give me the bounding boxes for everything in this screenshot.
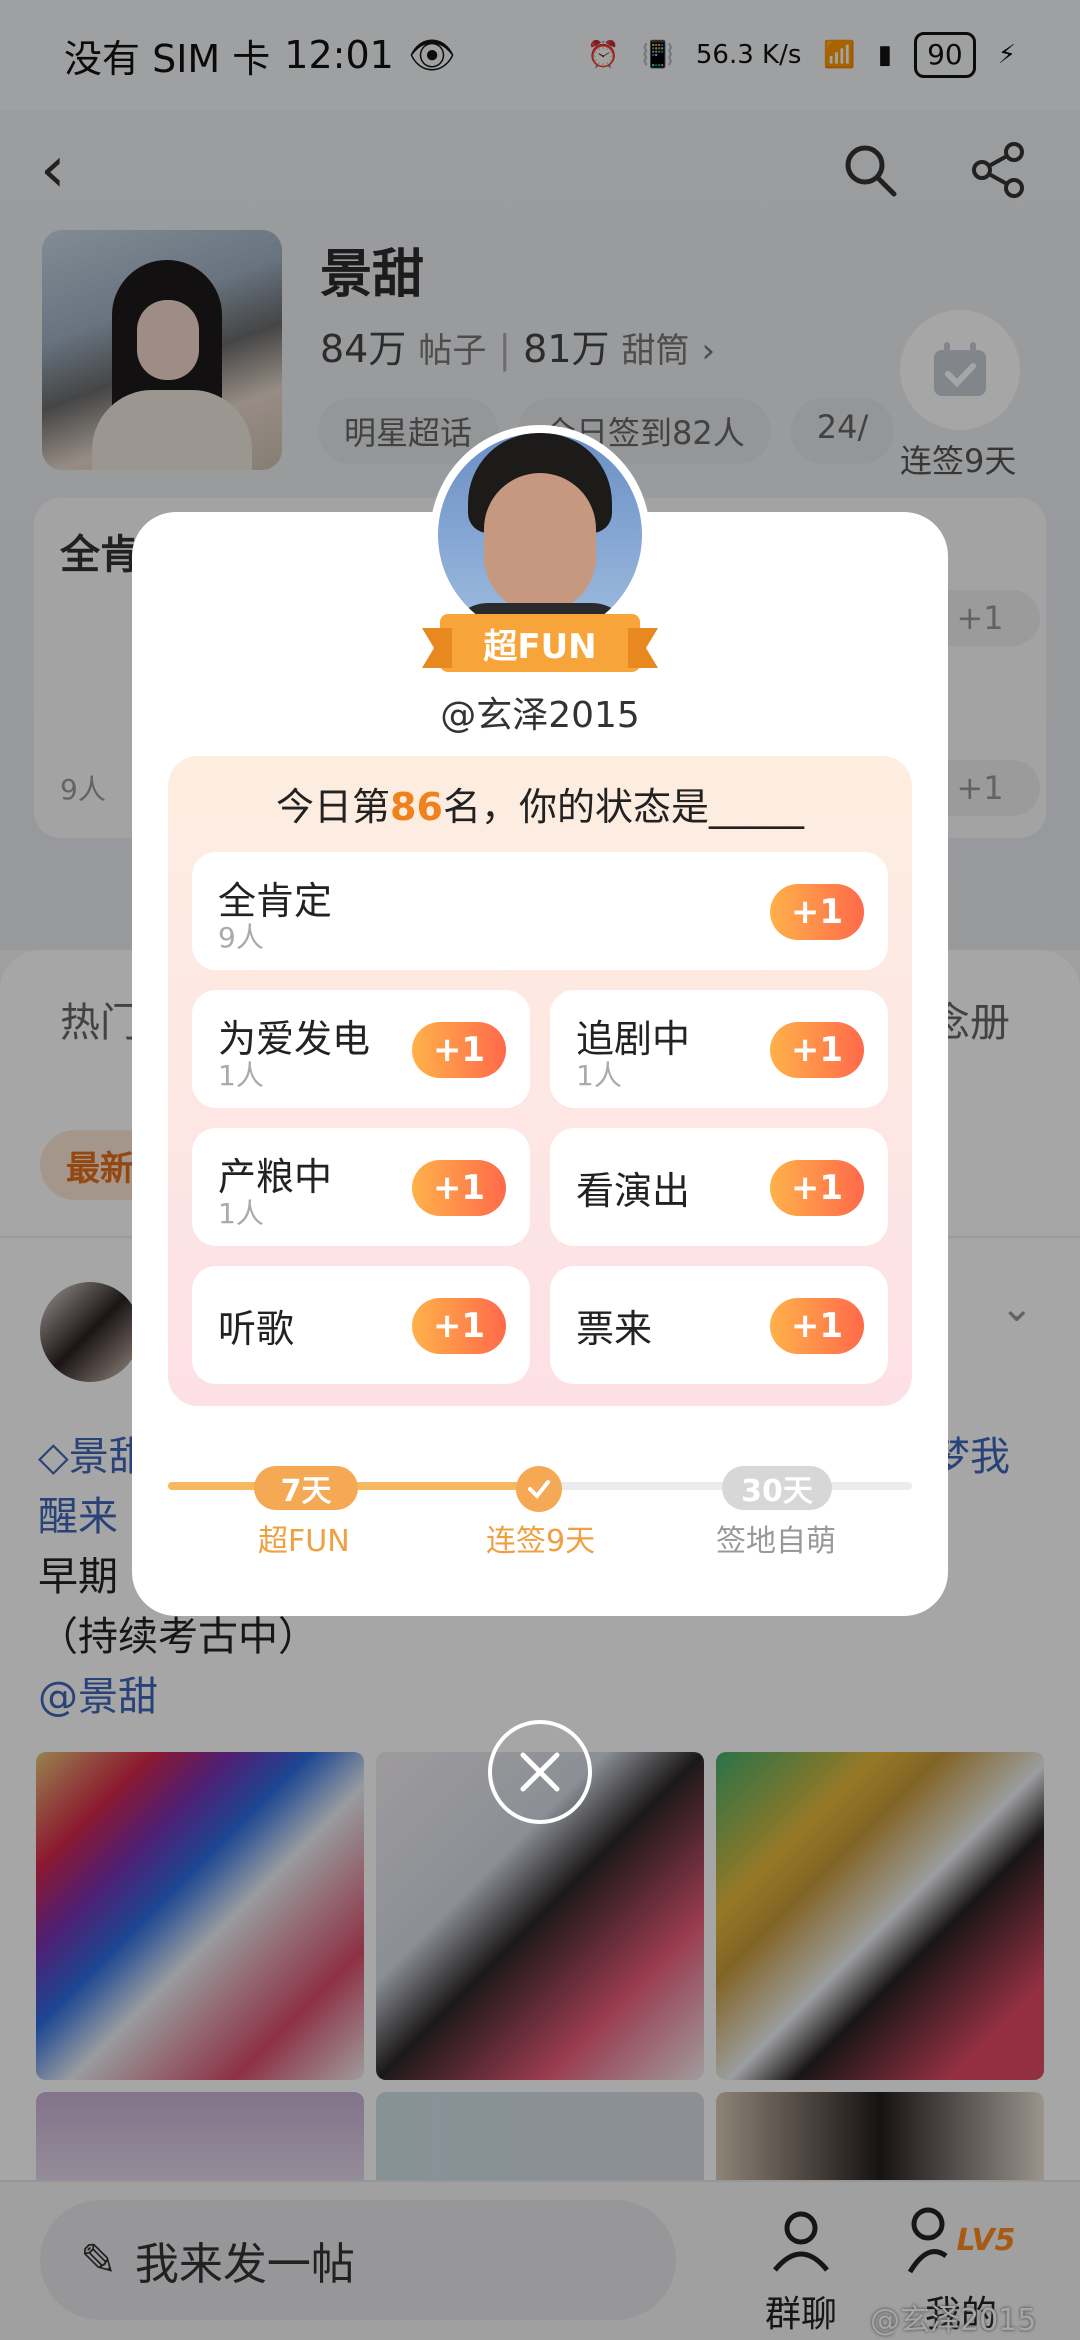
status-option[interactable]: 全肯定 9人 +1 <box>192 852 888 970</box>
milestone-30-badge: 30天 <box>722 1466 832 1510</box>
status-option-name: 听歌 <box>218 1307 295 1351</box>
check-icon <box>516 1466 562 1512</box>
plus-one-button[interactable]: +1 <box>412 1298 506 1354</box>
status-option-name: 票来 <box>576 1307 653 1351</box>
milestone-7-badge: 7天 <box>254 1466 358 1510</box>
status-option-count: 9人 <box>218 921 264 954</box>
status-option[interactable]: 追剧中 1人 +1 <box>550 990 888 1108</box>
close-icon <box>520 1752 560 1792</box>
status-option-name: 看演出 <box>576 1169 691 1213</box>
plus-one-button[interactable]: +1 <box>770 1022 864 1078</box>
status-panel-title: 今日第86名，你的状态是_____ <box>276 785 804 829</box>
plus-one-button[interactable]: +1 <box>412 1160 506 1216</box>
status-option-count: 1人 <box>218 1197 264 1230</box>
plus-one-button[interactable]: +1 <box>412 1022 506 1078</box>
avatar <box>430 425 650 645</box>
milestone-30-label: 签地自萌 <box>716 1524 836 1559</box>
status-option[interactable]: 产粮中 1人 +1 <box>192 1128 530 1246</box>
modal-username: @玄泽2015 <box>440 695 640 736</box>
status-option-count: 1人 <box>576 1059 622 1092</box>
status-option[interactable]: 看演出 +1 <box>550 1128 888 1246</box>
milestone-7-label: 超FUN <box>258 1524 350 1559</box>
plus-one-button[interactable]: +1 <box>770 884 864 940</box>
status-option[interactable]: 听歌 +1 <box>192 1266 530 1384</box>
checkin-rank: 86 <box>390 785 443 829</box>
fan-level-ribbon: 超FUN <box>440 614 640 672</box>
status-option[interactable]: 票来 +1 <box>550 1266 888 1384</box>
milestone-current-label: 连签9天 <box>486 1524 596 1559</box>
close-modal-button[interactable] <box>488 1720 592 1824</box>
plus-one-button[interactable]: +1 <box>770 1298 864 1354</box>
status-option-count: 1人 <box>218 1059 264 1092</box>
plus-one-button[interactable]: +1 <box>770 1160 864 1216</box>
status-option[interactable]: 为爱发电 1人 +1 <box>192 990 530 1108</box>
